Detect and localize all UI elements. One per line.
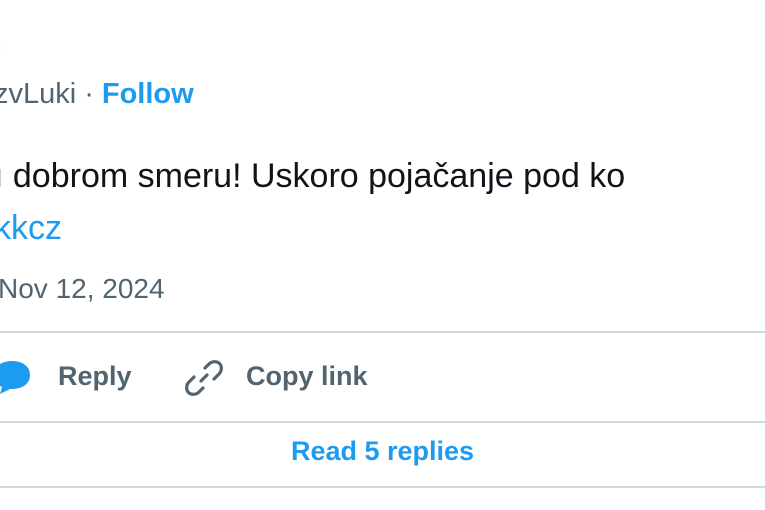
divider <box>0 331 765 333</box>
divider <box>0 486 765 488</box>
author-name[interactable]: i <box>0 34 2 67</box>
tweet-hashtag-link[interactable]: kkcz <box>0 209 62 248</box>
tweet-text: ı dobrom smeru! Uskoro pojačanje pod ko <box>0 157 626 195</box>
follow-button[interactable]: Follow <box>102 78 194 111</box>
link-icon[interactable] <box>184 358 224 398</box>
read-replies-button[interactable]: Read 5 replies <box>0 436 765 467</box>
copy-link-button[interactable]: Copy link <box>246 361 368 392</box>
tweet-date[interactable]: Nov 12, 2024 <box>0 273 165 305</box>
separator-dot: · <box>84 78 94 110</box>
divider <box>0 421 765 423</box>
author-handle-row: zvLuki · Follow <box>0 78 194 111</box>
reply-icon[interactable] <box>0 359 34 395</box>
author-handle[interactable]: zvLuki <box>0 78 76 111</box>
reply-button[interactable]: Reply <box>58 361 132 392</box>
